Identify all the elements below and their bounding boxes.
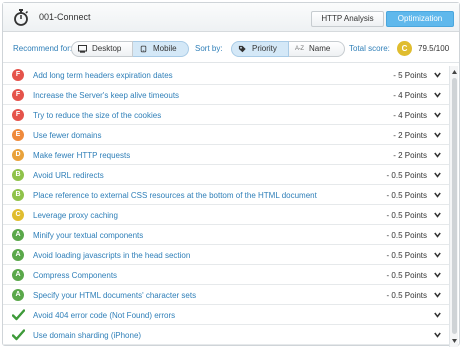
chevron-down-icon[interactable] bbox=[434, 292, 441, 298]
rule-points: - 0.5 Points bbox=[386, 211, 427, 220]
scroll-down-arrow-icon[interactable] bbox=[452, 339, 457, 343]
grade-badge: F bbox=[12, 69, 24, 81]
tag-icon bbox=[238, 45, 246, 53]
rule-title[interactable]: Use fewer domains bbox=[33, 131, 101, 140]
rule-title[interactable]: Add long term headers expiration dates bbox=[33, 71, 173, 80]
recommend-label: Recommend for: bbox=[13, 44, 73, 53]
rule-title[interactable]: Use domain sharding (iPhone) bbox=[33, 331, 141, 340]
rule-row[interactable]: Use domain sharding (iPhone) bbox=[3, 326, 449, 345]
grade-badge: A bbox=[12, 289, 24, 301]
rule-points: - 4 Points bbox=[393, 91, 427, 100]
rule-row[interactable]: F Increase the Server's keep alive timeou… bbox=[3, 86, 449, 105]
rule-points: - 4 Points bbox=[393, 111, 427, 120]
name-label: Name bbox=[309, 44, 331, 53]
scroll-thumb[interactable] bbox=[452, 78, 457, 334]
rule-row[interactable]: A Compress Components - 0.5 Points bbox=[3, 266, 449, 285]
rule-title[interactable]: Try to reduce the size of the cookies bbox=[33, 111, 161, 120]
desktop-icon bbox=[78, 45, 87, 53]
scroll-up-arrow-icon[interactable] bbox=[452, 70, 457, 74]
rule-title[interactable]: Increase the Server's keep alive timeout… bbox=[33, 91, 179, 100]
rules-list: F Add long term headers expiration dates -… bbox=[3, 66, 449, 347]
grade-badge: C bbox=[12, 209, 24, 221]
chevron-down-icon[interactable] bbox=[434, 212, 441, 218]
priority-label: Priority bbox=[252, 44, 277, 53]
rule-points: - 2 Points bbox=[393, 131, 427, 140]
rule-title[interactable]: Leverage proxy caching bbox=[33, 211, 118, 220]
rule-row[interactable]: B Avoid URL redirects - 0.5 Points bbox=[3, 166, 449, 185]
sort-name-button[interactable]: A-Z Name bbox=[289, 41, 345, 57]
chevron-down-icon[interactable] bbox=[434, 132, 441, 138]
score-grade-badge: C bbox=[397, 41, 412, 56]
chevron-down-icon[interactable] bbox=[434, 92, 441, 98]
rule-title[interactable]: Specify your HTML documents' character s… bbox=[33, 291, 196, 300]
rule-row[interactable]: C Leverage proxy caching - 0.5 Points bbox=[3, 206, 449, 225]
desktop-label: Desktop bbox=[92, 44, 122, 53]
rule-points: - 0.5 Points bbox=[386, 291, 427, 300]
grade-badge: B bbox=[12, 169, 24, 181]
grade-badge: E bbox=[12, 129, 24, 141]
sortby-label: Sort by: bbox=[195, 44, 223, 53]
rule-row[interactable]: F Try to reduce the size of the cookies - … bbox=[3, 106, 449, 125]
checkmark-icon bbox=[12, 309, 25, 321]
chevron-down-icon[interactable] bbox=[434, 172, 441, 178]
mobile-button[interactable]: Mobile bbox=[133, 41, 189, 57]
grade-badge: F bbox=[12, 89, 24, 101]
grade-badge: B bbox=[12, 189, 24, 201]
rule-points: - 0.5 Points bbox=[386, 191, 427, 200]
chevron-down-icon[interactable] bbox=[434, 152, 441, 158]
rule-points: - 0.5 Points bbox=[386, 271, 427, 280]
rule-points: - 2 Points bbox=[393, 151, 427, 160]
desktop-button[interactable]: Desktop bbox=[71, 41, 133, 57]
rule-title[interactable]: Place reference to external CSS resource… bbox=[33, 191, 317, 200]
chevron-down-icon[interactable] bbox=[434, 252, 441, 258]
rule-row[interactable]: Avoid 404 error code (Not Found) errors bbox=[3, 306, 449, 325]
total-score-label: Total score: bbox=[349, 44, 390, 53]
chevron-down-icon[interactable] bbox=[434, 192, 441, 198]
rule-title[interactable]: Minify your textual components bbox=[33, 231, 143, 240]
score-value: 79.5/100 bbox=[418, 44, 450, 53]
rule-row[interactable]: F Add long term headers expiration dates -… bbox=[3, 66, 449, 85]
checkmark-icon bbox=[12, 329, 25, 341]
rule-points: - 0.5 Points bbox=[386, 231, 427, 240]
tab-optimization[interactable]: Optimization bbox=[386, 11, 454, 27]
rule-title[interactable]: Avoid 404 error code (Not Found) errors bbox=[33, 311, 175, 320]
chevron-down-icon[interactable] bbox=[434, 72, 441, 78]
title-bar: 001-Connect HTTP Analysis Optimization bbox=[3, 3, 459, 32]
rule-title[interactable]: Compress Components bbox=[33, 271, 117, 280]
app-window: 001-Connect HTTP Analysis Optimization R… bbox=[2, 2, 460, 347]
app-title: 001-Connect bbox=[39, 12, 91, 22]
chevron-down-icon[interactable] bbox=[434, 112, 441, 118]
chevron-down-icon[interactable] bbox=[434, 272, 441, 278]
toolbar: Recommend for: Desktop Mobile Sort by: P… bbox=[3, 33, 459, 63]
mobile-icon bbox=[140, 45, 147, 53]
rule-row[interactable]: A Avoid loading javascripts in the head s… bbox=[3, 246, 449, 265]
rule-row[interactable]: A Minify your textual components - 0.5 Poi… bbox=[3, 226, 449, 245]
grade-badge: D bbox=[12, 149, 24, 161]
tab-http-analysis[interactable]: HTTP Analysis bbox=[311, 11, 384, 27]
rule-title[interactable]: Avoid loading javascripts in the head se… bbox=[33, 251, 190, 260]
chevron-down-icon[interactable] bbox=[434, 312, 441, 318]
chevron-down-icon[interactable] bbox=[434, 232, 441, 238]
mobile-label: Mobile bbox=[153, 44, 177, 53]
rule-row[interactable]: D Make fewer HTTP requests - 2 Points bbox=[3, 146, 449, 165]
rule-row[interactable]: A Specify your HTML documents' character … bbox=[3, 286, 449, 305]
rule-row[interactable]: B Place reference to external CSS resourc… bbox=[3, 186, 449, 205]
grade-badge: A bbox=[12, 249, 24, 261]
rule-row[interactable]: E Use fewer domains - 2 Points bbox=[3, 126, 449, 145]
grade-badge: F bbox=[12, 109, 24, 121]
az-sort-icon: A-Z bbox=[295, 46, 304, 52]
rule-points: - 5 Points bbox=[393, 71, 427, 80]
grade-badge: A bbox=[12, 269, 24, 281]
grade-badge: A bbox=[12, 229, 24, 241]
sort-priority-button[interactable]: Priority bbox=[231, 41, 289, 57]
rule-title[interactable]: Make fewer HTTP requests bbox=[33, 151, 130, 160]
rule-points: - 0.5 Points bbox=[386, 171, 427, 180]
chevron-down-icon[interactable] bbox=[434, 332, 441, 338]
stopwatch-icon bbox=[14, 9, 29, 26]
rule-points: - 0.5 Points bbox=[386, 251, 427, 260]
scrollbar[interactable] bbox=[449, 66, 458, 347]
rule-title[interactable]: Avoid URL redirects bbox=[33, 171, 104, 180]
